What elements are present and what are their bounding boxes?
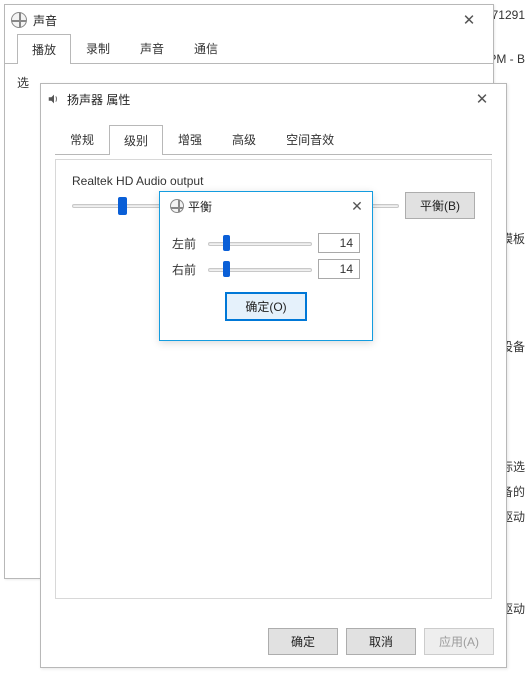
speaker-buttons: 确定 取消 应用(A) bbox=[268, 628, 494, 655]
apply-button[interactable]: 应用(A) bbox=[424, 628, 494, 655]
tab-record[interactable]: 录制 bbox=[71, 33, 125, 63]
speaker-titlebar: 扬声器 属性 ✕ bbox=[41, 84, 506, 114]
sound-tabs: 播放 录制 声音 通信 bbox=[5, 35, 493, 63]
speaker-title: 扬声器 属性 bbox=[67, 91, 462, 108]
tab-enhance[interactable]: 增强 bbox=[163, 124, 217, 154]
tab-general[interactable]: 常规 bbox=[55, 124, 109, 154]
right-front-slider[interactable] bbox=[208, 259, 312, 279]
ok-button[interactable]: 确定 bbox=[268, 628, 338, 655]
globe-icon bbox=[11, 12, 27, 28]
tab-advanced[interactable]: 高级 bbox=[217, 124, 271, 154]
close-icon[interactable]: ✕ bbox=[344, 198, 370, 215]
cancel-button[interactable]: 取消 bbox=[346, 628, 416, 655]
balance-dialog: 平衡 ✕ 左前 14 右前 14 确定(O) bbox=[159, 191, 373, 341]
left-front-value[interactable]: 14 bbox=[318, 233, 360, 253]
balance-button[interactable]: 平衡(B) bbox=[405, 192, 475, 219]
close-icon[interactable]: ✕ bbox=[449, 11, 489, 29]
tab-sound[interactable]: 声音 bbox=[125, 33, 179, 63]
tab-level[interactable]: 级别 bbox=[109, 125, 163, 155]
close-icon[interactable]: ✕ bbox=[462, 90, 502, 108]
left-front-slider[interactable] bbox=[208, 233, 312, 253]
right-front-row: 右前 14 bbox=[160, 256, 372, 282]
sound-title: 声音 bbox=[33, 12, 449, 29]
right-front-value[interactable]: 14 bbox=[318, 259, 360, 279]
speaker-tabs: 常规 级别 增强 高级 空间音效 bbox=[51, 126, 496, 154]
balance-title: 平衡 bbox=[188, 198, 344, 215]
balance-ok-button[interactable]: 确定(O) bbox=[225, 292, 306, 321]
tab-play[interactable]: 播放 bbox=[17, 34, 71, 64]
sound-titlebar: 声音 ✕ bbox=[5, 5, 493, 35]
globe-icon bbox=[170, 199, 184, 213]
left-front-label: 左前 bbox=[172, 235, 202, 252]
tab-comm[interactable]: 通信 bbox=[179, 33, 233, 63]
tab-spatial[interactable]: 空间音效 bbox=[271, 124, 349, 154]
speaker-icon bbox=[47, 92, 61, 106]
right-front-label: 右前 bbox=[172, 261, 202, 278]
left-front-row: 左前 14 bbox=[160, 230, 372, 256]
balance-titlebar: 平衡 ✕ bbox=[160, 192, 372, 220]
speaker-properties-window: 扬声器 属性 ✕ 常规 级别 增强 高级 空间音效 Realtek HD Aud… bbox=[40, 83, 507, 668]
output-group-label: Realtek HD Audio output bbox=[72, 174, 475, 188]
select-label: 选 bbox=[17, 76, 29, 90]
